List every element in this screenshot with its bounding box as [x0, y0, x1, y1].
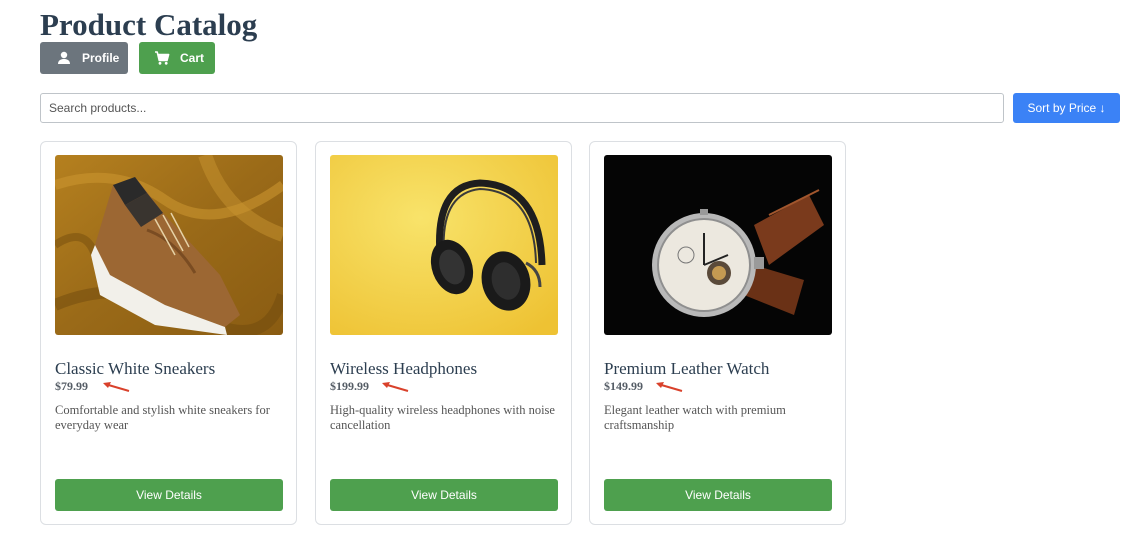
cart-icon	[154, 50, 170, 66]
product-description: Comfortable and stylish white sneakers f…	[55, 403, 270, 432]
product-name: Wireless Headphones	[330, 359, 478, 378]
product-name: Premium Leather Watch	[604, 359, 770, 378]
product-card-headphones: Wireless Headphones $199.99 High-quality…	[315, 141, 572, 525]
watch-photo	[604, 155, 832, 335]
sort-by-price-button[interactable]: Sort by Price ↓	[1013, 93, 1120, 123]
cart-button[interactable]: Cart	[139, 42, 215, 74]
sneaker-photo	[55, 155, 283, 335]
product-card-watch: Premium Leather Watch $149.99 Elegant le…	[589, 141, 846, 525]
page-title: Product Catalog	[40, 7, 258, 42]
product-description: High-quality wireless headphones with no…	[330, 403, 555, 432]
headphones-photo	[330, 155, 558, 335]
product-name: Classic White Sneakers	[55, 359, 216, 378]
product-price: $79.99	[55, 379, 88, 393]
product-price: $199.99	[330, 379, 369, 393]
view-details-button[interactable]: View Details	[604, 479, 832, 511]
product-card-sneakers: Classic White Sneakers $79.99 Comfortabl…	[40, 141, 297, 525]
product-description: Elegant leather watch with premium craft…	[604, 403, 786, 432]
person-icon	[56, 50, 72, 66]
profile-button[interactable]: Profile	[40, 42, 128, 74]
search-input[interactable]	[40, 93, 1004, 123]
cart-button-label: Cart	[180, 51, 205, 65]
arrow-annotation-icon	[382, 382, 409, 392]
arrow-annotation-icon	[103, 382, 130, 392]
view-details-button[interactable]: View Details	[330, 479, 558, 511]
profile-button-label: Profile	[82, 51, 120, 65]
arrow-annotation-icon	[656, 382, 683, 392]
view-details-button[interactable]: View Details	[55, 479, 283, 511]
product-price: $149.99	[604, 379, 643, 393]
